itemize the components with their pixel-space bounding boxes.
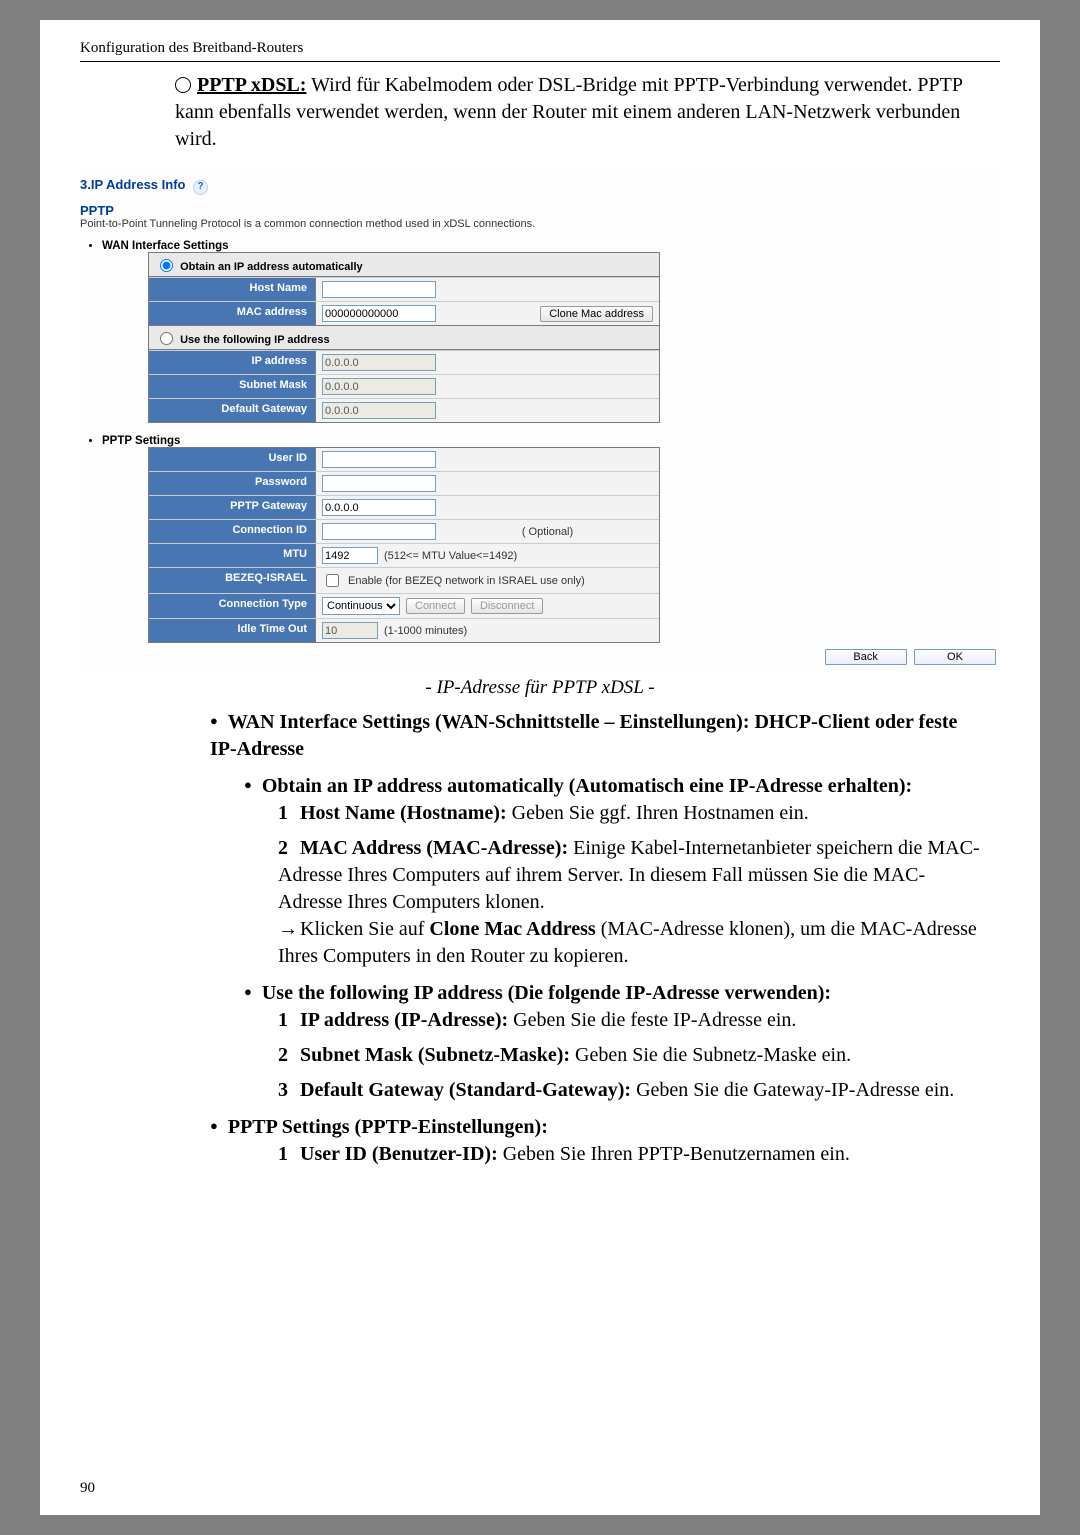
bezeq-note: Enable (for BEZEQ network in ISRAEL use … xyxy=(348,575,585,587)
bullet-static: Use the following IP address (Die folgen… xyxy=(244,980,980,1104)
num-mac: 2MAC Address (MAC-Adresse): Einige Kabel… xyxy=(278,835,980,970)
gateway-input[interactable] xyxy=(322,402,436,419)
section-title: 3.IP Address Info ? xyxy=(80,175,1000,197)
conntype-select[interactable]: Continuous xyxy=(322,597,400,615)
router-ui-screenshot: 3.IP Address Info ? PPTP Point-to-Point … xyxy=(80,169,1000,671)
bezeq-checkbox[interactable] xyxy=(326,574,339,587)
radio-auto[interactable] xyxy=(160,259,173,272)
document-body: WAN Interface Settings (WAN-Schnittstell… xyxy=(210,709,980,1168)
subnet-input[interactable] xyxy=(322,378,436,395)
radio-static[interactable] xyxy=(160,332,173,345)
list-bullet-circle-icon xyxy=(175,77,191,93)
nav-buttons: Back OK xyxy=(80,649,996,665)
num-ip: 1IP address (IP-Adresse): Geben Sie die … xyxy=(278,1007,980,1034)
num-hostname: 1Host Name (Hostname): Geben Sie ggf. Ih… xyxy=(278,800,980,827)
help-icon[interactable]: ? xyxy=(193,180,208,195)
back-button[interactable]: Back xyxy=(825,649,907,665)
password-input[interactable] xyxy=(322,475,436,492)
radio-static-label: Use the following IP address xyxy=(180,334,330,346)
mac-arrow-line: Klicken Sie auf Clone Mac Address (MAC-A… xyxy=(278,916,980,970)
userid-input[interactable] xyxy=(322,451,436,468)
connid-label: Connection ID xyxy=(149,520,316,543)
ip-label: IP address xyxy=(149,351,316,374)
gateway-label: Default Gateway xyxy=(149,399,316,422)
intro-paragraph: PPTP xDSL: Wird für Kabelmodem oder DSL-… xyxy=(175,72,990,153)
radio-static-row[interactable]: Use the following IP address xyxy=(149,325,659,350)
connid-note: ( Optional) xyxy=(442,526,653,538)
mtu-input[interactable] xyxy=(322,547,378,564)
connid-input[interactable] xyxy=(322,523,436,540)
ok-button[interactable]: OK xyxy=(914,649,996,665)
idle-note: (1-1000 minutes) xyxy=(384,625,467,637)
clone-mac-button[interactable]: Clone Mac address xyxy=(540,306,653,322)
wan-form: Obtain an IP address automatically Host … xyxy=(148,252,660,423)
radio-auto-label: Obtain an IP address automatically xyxy=(180,261,363,273)
subnet-label: Subnet Mask xyxy=(149,375,316,398)
idle-input[interactable] xyxy=(322,622,378,639)
pptp-settings-heading: PPTP Settings User ID Password PPTP Gate… xyxy=(102,435,1000,643)
num-subnet: 2Subnet Mask (Subnetz-Maske): Geben Sie … xyxy=(278,1042,980,1069)
host-name-label: Host Name xyxy=(149,278,316,301)
section-title-text: 3.IP Address Info xyxy=(80,177,189,192)
pptp-gateway-label: PPTP Gateway xyxy=(149,496,316,519)
mac-label: MAC address xyxy=(149,302,316,325)
pptp-heading: PPTP xyxy=(80,203,1000,218)
mtu-note: (512<= MTU Value<=1492) xyxy=(384,550,517,562)
userid-label: User ID xyxy=(149,448,316,471)
disconnect-button[interactable]: Disconnect xyxy=(471,598,543,614)
arrow-icon xyxy=(278,918,300,940)
host-name-input[interactable] xyxy=(322,281,436,298)
page-number: 90 xyxy=(80,1480,95,1497)
page: Konfiguration des Breitband-Routers PPTP… xyxy=(40,20,1040,1515)
radio-auto-row[interactable]: Obtain an IP address automatically xyxy=(149,252,659,277)
password-label: Password xyxy=(149,472,316,495)
num-gateway: 3Default Gateway (Standard-Gateway): Geb… xyxy=(278,1077,980,1104)
num-userid: 1User ID (Benutzer-ID): Geben Sie Ihren … xyxy=(278,1141,980,1168)
bullet-obtain: Obtain an IP address automatically (Auto… xyxy=(244,773,980,970)
header-rule xyxy=(80,61,1000,62)
idle-label: Idle Time Out xyxy=(149,619,316,642)
bezeq-label: BEZEQ-ISRAEL xyxy=(149,568,316,593)
wan-settings-heading: WAN Interface Settings Obtain an IP addr… xyxy=(102,240,1000,423)
mac-input[interactable] xyxy=(322,305,436,322)
mtu-label: MTU xyxy=(149,544,316,567)
pptp-form: User ID Password PPTP Gateway Connection… xyxy=(148,447,660,643)
conntype-label: Connection Type xyxy=(149,594,316,618)
intro-label: PPTP xDSL: xyxy=(197,74,306,96)
bullet-wan: WAN Interface Settings (WAN-Schnittstell… xyxy=(210,709,980,763)
figure-caption: - IP-Adresse für PPTP xDSL - xyxy=(80,677,1000,699)
pptp-description: Point-to-Point Tunneling Protocol is a c… xyxy=(80,218,1000,230)
pptp-gateway-input[interactable] xyxy=(322,499,436,516)
ip-input[interactable] xyxy=(322,354,436,371)
page-header: Konfiguration des Breitband-Routers xyxy=(80,40,1000,57)
connect-button[interactable]: Connect xyxy=(406,598,465,614)
bullet-pptp: PPTP Settings (PPTP-Einstellungen): 1Use… xyxy=(210,1114,980,1168)
